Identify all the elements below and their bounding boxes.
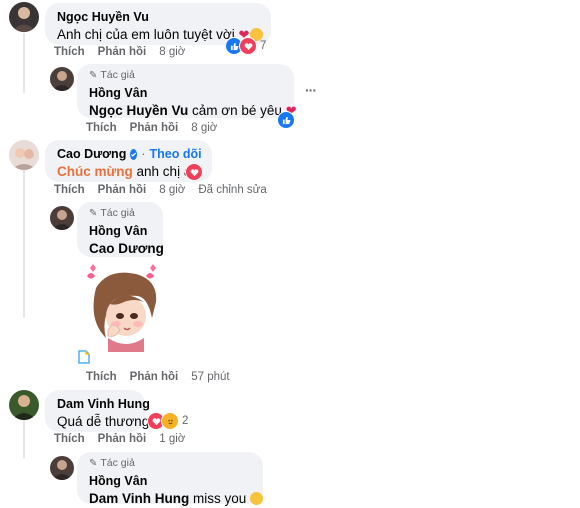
reaction-count: 2 xyxy=(182,415,189,427)
reply-author[interactable]: Hồng Vân xyxy=(89,85,282,101)
author-tag: ✎ Tác giả xyxy=(89,69,135,81)
mention-link[interactable]: Ngọc Huyền Vu xyxy=(89,103,188,118)
love-reaction-icon xyxy=(239,37,257,55)
comment-actions: Thích Phản hồi 1 giờ xyxy=(54,433,185,445)
follow-button[interactable]: Theo dõi xyxy=(150,146,202,162)
reply-bubble: ✎ Tác giả Hồng Vân Ngọc Huyền Vu cảm ơn b… xyxy=(77,64,297,118)
thread-line xyxy=(23,33,25,93)
reply-bubble: ✎ Tác giả Hồng Vân Dam Vinh Hung miss you xyxy=(77,452,264,506)
timestamp[interactable]: 8 giờ xyxy=(159,184,185,196)
love-reaction-icon xyxy=(185,163,203,181)
like-button[interactable]: Thích xyxy=(86,371,117,383)
comment-actions: Thích Phản hồi 8 giờ xyxy=(54,46,185,58)
reply-bubble: ✎ Tác giả Hồng Vân Cao Dương xyxy=(77,202,164,258)
like-reaction-icon xyxy=(277,111,295,129)
reply-text: Dam Vinh Hung miss you xyxy=(89,489,264,508)
comment-author[interactable]: Cao Dương xyxy=(57,146,126,162)
avatar-photo xyxy=(52,210,72,230)
avatar[interactable] xyxy=(50,456,74,480)
reply-text: Ngọc Huyền Vu cảm ơn bé yêu ❤ xyxy=(89,103,297,118)
dot-separator: · xyxy=(141,147,146,161)
avatar[interactable] xyxy=(9,2,39,32)
mention-link[interactable]: Dam Vinh Hung xyxy=(89,491,189,506)
pen-icon: ✎ xyxy=(89,458,98,469)
pen-icon: ✎ xyxy=(89,208,98,219)
comment-author[interactable]: Dam Vinh Hung xyxy=(57,396,150,412)
reaction-summary[interactable] xyxy=(277,111,295,129)
reply-button[interactable]: Phản hồi xyxy=(98,184,147,196)
reply-actions: Thích Phản hồi 8 giờ xyxy=(86,122,217,134)
like-button[interactable]: Thích xyxy=(54,46,85,58)
timestamp[interactable]: 57 phút xyxy=(191,371,229,383)
sticker-icon xyxy=(78,350,90,364)
comment-text: Chúc mừng anh chị ạ xyxy=(57,164,192,179)
author-tag: ✎ Tác giả xyxy=(89,207,135,219)
reaction-count: 7 xyxy=(260,40,267,52)
comment-actions: Thích Phản hồi 8 giờ Đã chỉnh sửa xyxy=(54,184,267,196)
avatar-photo xyxy=(12,7,36,32)
sticker-image[interactable] xyxy=(78,258,170,352)
highlight-text: Chúc mừng xyxy=(57,164,133,179)
avatar-photo xyxy=(12,395,36,420)
thread-line xyxy=(23,418,25,458)
care-reaction-icon xyxy=(161,412,179,430)
reply-button[interactable]: Phản hồi xyxy=(98,46,147,58)
pen-icon: ✎ xyxy=(89,70,98,81)
like-button[interactable]: Thích xyxy=(54,433,85,445)
more-options-icon[interactable]: ··· xyxy=(305,82,317,98)
reply-button[interactable]: Phản hồi xyxy=(130,371,179,383)
comment-bubble: Dam Vinh Hung Quá dễ thương xyxy=(45,390,150,432)
comment-text: Quá dễ thương xyxy=(57,414,150,429)
avatar[interactable] xyxy=(9,390,39,420)
reply-author[interactable]: Hồng Vân xyxy=(89,473,251,489)
smiling-hearts-emoji xyxy=(250,492,264,505)
reply-actions: Thích Phản hồi 57 phút xyxy=(86,371,230,383)
avatar-photo xyxy=(52,71,72,91)
reply-author[interactable]: Hồng Vân xyxy=(89,223,151,239)
comment-author-row: Cao Dương · Theo dõi xyxy=(57,146,202,162)
mention-link[interactable]: Cao Dương xyxy=(89,241,164,256)
reaction-summary[interactable]: 7 xyxy=(225,37,266,55)
like-button[interactable]: Thích xyxy=(54,184,85,196)
reply-button[interactable]: Phản hồi xyxy=(98,433,147,445)
reaction-summary[interactable]: 2 xyxy=(147,412,188,430)
avatar-photo xyxy=(52,460,72,480)
author-tag: ✎ Tác giả xyxy=(89,457,135,469)
avatar[interactable] xyxy=(50,206,74,230)
like-button[interactable]: Thích xyxy=(86,122,117,134)
comment-author[interactable]: Ngọc Huyền Vu xyxy=(57,9,259,25)
reply-button[interactable]: Phản hồi xyxy=(130,122,179,134)
reaction-summary[interactable] xyxy=(185,163,203,181)
timestamp[interactable]: 8 giờ xyxy=(159,46,185,58)
verified-badge-icon xyxy=(130,148,138,160)
edited-label: Đã chỉnh sửa xyxy=(198,184,267,196)
thread-line xyxy=(23,168,25,318)
avatar[interactable] xyxy=(50,67,74,91)
timestamp[interactable]: 1 giờ xyxy=(159,433,185,445)
timestamp[interactable]: 8 giờ xyxy=(191,122,217,134)
avatar-photo xyxy=(11,148,37,170)
comment-text-body: Anh chị của em luôn tuyệt vời xyxy=(57,27,235,42)
avatar[interactable] xyxy=(9,140,39,170)
reply-text: Cao Dương xyxy=(89,239,164,258)
